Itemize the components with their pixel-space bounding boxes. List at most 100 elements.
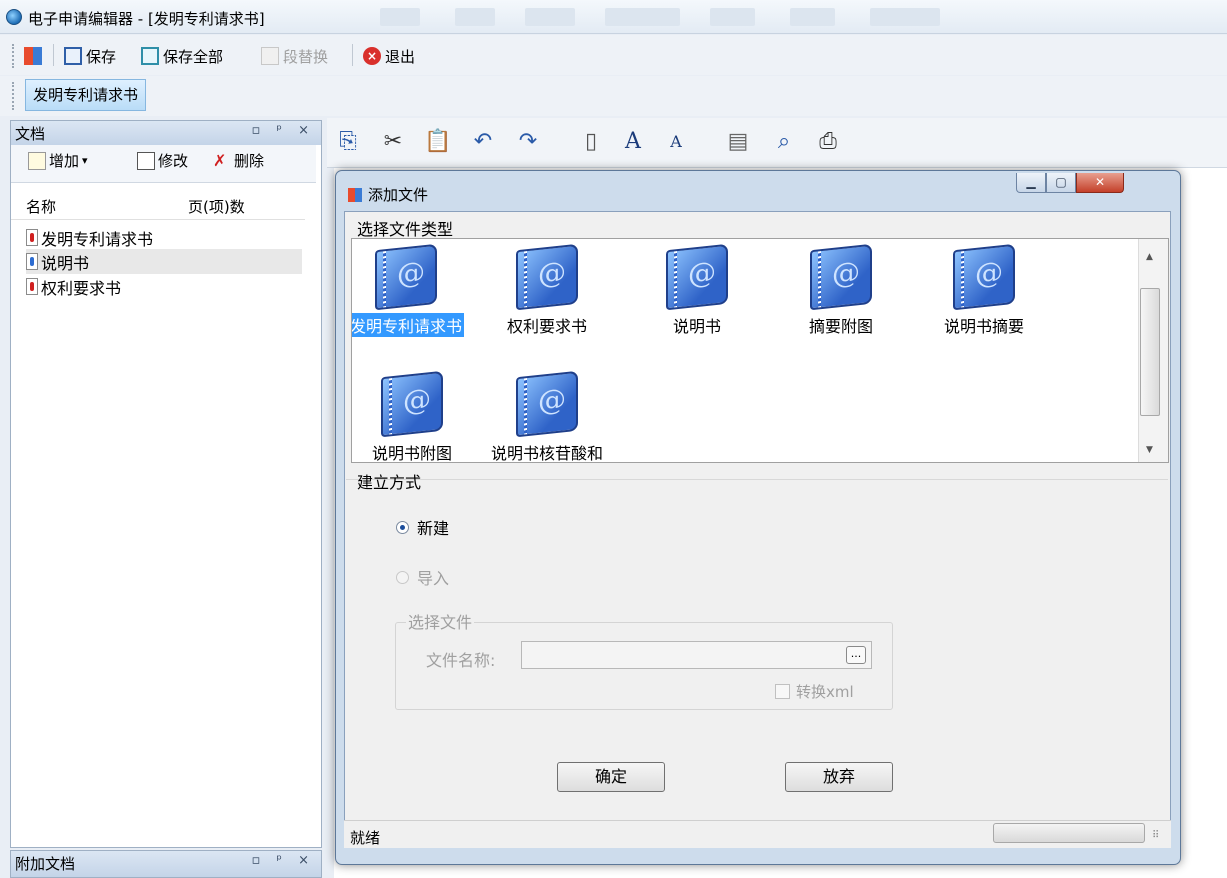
close-button[interactable]: ✕ (1076, 173, 1124, 193)
file-type-label: 说明书摘要 (943, 317, 1024, 336)
file-type-item[interactable]: 说明书核苷酸和 (487, 370, 607, 463)
file-name-label: 文件名称: (426, 651, 496, 670)
exit-label: 退出 (385, 47, 416, 66)
red-doc-icon (26, 278, 38, 295)
toolbar-grip[interactable] (12, 44, 16, 68)
ok-button[interactable]: 确定 (557, 762, 665, 792)
save-label: 保存 (86, 47, 117, 66)
app-icon (6, 9, 22, 25)
increase-font-icon[interactable]: A (617, 125, 649, 157)
convert-xml-checkbox[interactable]: 转换xml (775, 681, 854, 702)
list-item[interactable]: 发明专利请求书 (26, 225, 302, 250)
column-name[interactable]: 名称 (26, 196, 56, 217)
book-icon (810, 243, 872, 311)
copy-icon[interactable]: ⎘ (332, 125, 364, 157)
book-icon (516, 370, 578, 438)
print-icon[interactable]: ⎙ (812, 125, 844, 157)
file-type-label: 说明书附图 (371, 444, 452, 463)
floppy-icon (64, 47, 82, 65)
panel-title: 文档 (15, 125, 46, 143)
checkbox-icon (775, 684, 790, 699)
scroll-down-icon[interactable]: ▼ (1146, 445, 1153, 455)
format-icon[interactable]: ▤ (722, 125, 754, 157)
replace-button[interactable]: 段替换 (261, 44, 328, 68)
exit-button[interactable]: × 退出 (363, 44, 415, 68)
blue-doc-icon (26, 253, 38, 270)
layout-button[interactable] (24, 44, 42, 68)
add-button[interactable]: 增加 ▾ (28, 150, 88, 171)
edit-button[interactable]: 修改 (137, 150, 188, 171)
file-type-item[interactable]: 说明书附图 (352, 370, 472, 463)
save-all-icon (141, 47, 159, 65)
dialog-title-text: 添加文件 (368, 186, 429, 204)
radio-icon (396, 570, 409, 584)
replace-icon (261, 47, 279, 65)
attachments-panel-header: 附加文档 ▫ ᵖ × (11, 851, 321, 877)
cancel-button[interactable]: 放弃 (785, 762, 893, 792)
scroll-up-icon[interactable]: ▲ (1146, 252, 1153, 262)
file-name-input[interactable] (521, 641, 872, 669)
file-type-item[interactable]: 发明专利请求书 (352, 243, 466, 337)
browse-button[interactable]: ... (846, 646, 866, 664)
blurred-tab (455, 8, 495, 26)
save-all-button[interactable]: 保存全部 (141, 44, 223, 68)
progress-bar (993, 823, 1145, 843)
column-pages[interactable]: 页(项)数 (188, 196, 245, 217)
panel-title: 附加文档 (15, 855, 76, 873)
add-label: 增加 (49, 152, 80, 170)
panel-controls[interactable]: ▫ ᵖ × (251, 853, 315, 868)
radio-new[interactable]: 新建 (396, 515, 449, 539)
file-type-item[interactable]: 说明书摘要 (924, 243, 1044, 337)
file-type-group-label: 选择文件类型 (357, 220, 454, 239)
resize-grip-icon[interactable]: ⠿ (1152, 830, 1159, 841)
list-item[interactable]: 权利要求书 (26, 274, 302, 299)
maximize-button[interactable]: ▢ (1046, 173, 1076, 193)
minimize-button[interactable]: ▁ (1016, 173, 1046, 193)
document-tab-strip (0, 76, 1227, 116)
scrollbar-thumb[interactable] (1140, 288, 1160, 416)
blurred-tab (710, 8, 755, 26)
save-all-label: 保存全部 (163, 47, 224, 66)
dialog-icon (348, 187, 362, 202)
blurred-tab (380, 8, 420, 26)
undo-icon[interactable]: ↶ (467, 125, 499, 157)
file-type-label: 说明书核苷酸和 (490, 444, 603, 463)
convert-xml-label: 转换xml (796, 683, 854, 701)
add-doc-icon (28, 151, 46, 170)
list-item-label: 说明书 (41, 253, 90, 273)
file-type-item[interactable]: 摘要附图 (781, 243, 901, 337)
page-setup-icon[interactable]: ▯ (575, 125, 607, 157)
tab-patent-request[interactable]: 发明专利请求书 (25, 79, 147, 111)
decrease-font-icon[interactable]: A (660, 125, 692, 157)
paste-icon[interactable]: 📋 (422, 125, 454, 157)
dialog-title: 添加文件 (348, 184, 428, 205)
tabstrip-grip[interactable] (12, 82, 16, 110)
list-item-label: 权利要求书 (41, 278, 122, 298)
delete-label: 删除 (234, 152, 265, 170)
chevron-down-icon[interactable]: ▾ (82, 154, 88, 167)
exit-icon: × (363, 47, 381, 65)
book-icon (666, 243, 728, 311)
redo-icon[interactable]: ↷ (512, 125, 544, 157)
file-type-list[interactable]: 发明专利请求书 权利要求书 说明书 摘要附图 说明书摘要 说明书附图 说明书核苷… (351, 238, 1169, 463)
delete-icon: ✗ (213, 150, 227, 170)
delete-button[interactable]: ✗ 删除 (213, 150, 264, 171)
window-title: 电子申请编辑器 - [发明专利请求书] (28, 10, 265, 28)
list-item[interactable]: 说明书 (26, 249, 302, 274)
creation-mode-label: 建立方式 (357, 473, 422, 492)
radio-import-label: 导入 (417, 569, 450, 588)
file-type-item[interactable]: 权利要求书 (487, 243, 607, 337)
documents-panel-header: 文档 ▫ ᵖ × (11, 121, 321, 145)
radio-import[interactable]: 导入 (396, 565, 449, 589)
file-type-label: 发明专利请求书 (352, 313, 464, 337)
file-type-item[interactable]: 说明书 (637, 243, 757, 337)
radio-new-label: 新建 (417, 519, 450, 538)
panel-controls[interactable]: ▫ ᵖ × (251, 123, 315, 138)
edit-label: 修改 (158, 152, 189, 170)
cut-icon[interactable]: ✂ (377, 125, 409, 157)
list-item-label: 发明专利请求书 (41, 229, 154, 249)
attachments-panel: 附加文档 ▫ ᵖ × (10, 850, 322, 878)
zoom-icon[interactable]: ⌕ (768, 125, 800, 157)
save-button[interactable]: 保存 (64, 44, 116, 68)
status-text: 就绪 (350, 829, 381, 847)
